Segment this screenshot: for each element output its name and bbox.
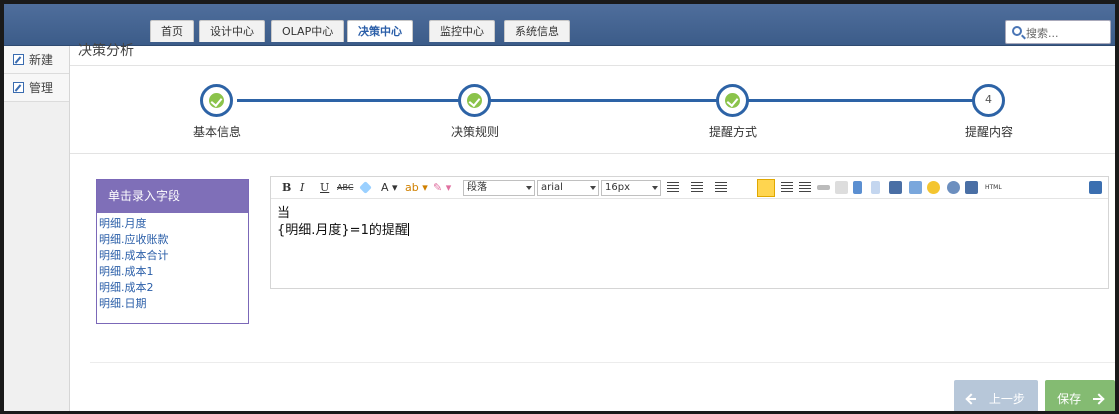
field-item[interactable]: 明细.成本2 xyxy=(99,280,246,296)
html-icon[interactable]: HTML xyxy=(985,180,1002,196)
sidebar-item-label: 管理 xyxy=(29,81,54,95)
search-icon xyxy=(1012,26,1022,36)
sidebar-item-new[interactable]: 新建 xyxy=(4,46,69,74)
sidebar-item-manage[interactable]: 管理 xyxy=(4,74,69,102)
tab-decision-center[interactable]: 决策中心 xyxy=(347,20,413,42)
editor-line-2-text: {明细.月度}=1的提醒 xyxy=(277,223,408,238)
step-4-circle: 4 xyxy=(972,84,1005,117)
field-panel-title: 单击录入字段 xyxy=(97,180,248,213)
steps-progress-line xyxy=(237,99,982,102)
step-1-label: 基本信息 xyxy=(192,125,241,139)
steps-divider xyxy=(70,153,1115,154)
step-4-number: 4 xyxy=(985,93,992,106)
font-size-select[interactable]: 16px xyxy=(601,180,661,196)
font-family-select[interactable]: arial xyxy=(537,180,599,196)
app-window: 首页 设计中心 OLAP中心 决策中心 监控中心 系统信息 搜索... 新建 管… xyxy=(0,0,1119,414)
step-2-circle xyxy=(458,84,491,117)
check-icon xyxy=(725,93,740,108)
unlink-icon[interactable] xyxy=(835,181,848,194)
step-3-label: 提醒方式 xyxy=(708,125,757,139)
align-left-icon[interactable] xyxy=(757,179,775,197)
ordered-list-icon[interactable] xyxy=(691,182,703,193)
italic-button[interactable]: I xyxy=(300,180,304,196)
arrow-left-icon xyxy=(967,394,977,404)
save-button[interactable]: 保存 xyxy=(1045,380,1115,411)
step-4-label: 提醒内容 xyxy=(964,125,1013,139)
image-icon[interactable] xyxy=(889,181,902,194)
save-label: 保存 xyxy=(1057,392,1082,406)
check-icon xyxy=(209,93,224,108)
redo-icon[interactable] xyxy=(871,181,880,194)
step-1-circle xyxy=(200,84,233,117)
paragraph-select-value: 段落 xyxy=(467,182,487,193)
editor-line-1: 当 xyxy=(277,206,291,221)
chevron-down-icon xyxy=(590,186,596,190)
unordered-list-icon[interactable] xyxy=(715,182,727,193)
text-caret xyxy=(407,223,409,236)
top-navbar: 首页 设计中心 OLAP中心 决策中心 监控中心 系统信息 搜索... xyxy=(4,4,1115,46)
sidebar: 新建 管理 xyxy=(4,46,70,411)
template-icon[interactable] xyxy=(965,181,978,194)
tab-olap-center[interactable]: OLAP中心 xyxy=(271,20,345,42)
search-placeholder: 搜索... xyxy=(1026,27,1059,40)
emoji-icon[interactable] xyxy=(927,181,940,194)
field-item[interactable]: 明细.成本1 xyxy=(99,264,246,280)
main-content: 决策分析 基本信息 决策规则 提醒方式 4 提醒内容 单击录入字段 明细.月度 … xyxy=(70,43,1115,411)
arrow-right-icon xyxy=(1092,394,1103,404)
check-icon xyxy=(467,93,482,108)
search-box[interactable]: 搜索... xyxy=(1005,20,1111,44)
align-right-icon[interactable] xyxy=(799,182,811,193)
title-divider xyxy=(70,65,1115,66)
prev-step-button[interactable]: 上一步 xyxy=(954,380,1038,411)
field-item[interactable]: 明细.日期 xyxy=(99,296,246,312)
paragraph-select[interactable]: 段落 xyxy=(463,180,535,196)
editor-line-2: {明细.月度}=1的提醒 xyxy=(277,222,1102,239)
table-icon[interactable] xyxy=(909,181,922,194)
font-size-value: 16px xyxy=(605,182,630,193)
field-item[interactable]: 明细.成本合计 xyxy=(99,248,246,264)
page-title: 决策分析 xyxy=(78,43,134,59)
field-list: 明细.月度 明细.应收账款 明细.成本合计 明细.成本1 明细.成本2 明细.日… xyxy=(97,213,248,315)
format-brush-icon[interactable]: ✎ ▾ xyxy=(433,180,451,196)
eraser-icon[interactable] xyxy=(359,181,372,194)
editor-content[interactable]: 当 {明细.月度}=1的提醒 xyxy=(271,199,1108,245)
field-item[interactable]: 明细.月度 xyxy=(99,216,246,232)
edit-icon xyxy=(13,54,24,65)
rich-text-editor: B I U ABC A ▾ ab ▾ ✎ ▾ 段落 arial 16px HTM… xyxy=(270,176,1109,289)
line-height-icon[interactable] xyxy=(667,182,679,193)
tab-monitor-center[interactable]: 监控中心 xyxy=(429,20,495,42)
tab-home[interactable]: 首页 xyxy=(150,20,194,42)
font-family-value: arial xyxy=(541,182,563,193)
underline-button[interactable]: U xyxy=(320,180,329,196)
strikethrough-icon[interactable]: ABC xyxy=(337,180,353,196)
tab-system-info[interactable]: 系统信息 xyxy=(504,20,570,42)
sidebar-item-label: 新建 xyxy=(29,53,54,67)
prev-step-label: 上一步 xyxy=(988,392,1025,406)
step-3-circle xyxy=(716,84,749,117)
chevron-down-icon xyxy=(526,186,532,190)
tab-design-center[interactable]: 设计中心 xyxy=(199,20,265,42)
align-center-icon[interactable] xyxy=(781,182,793,193)
edit-icon xyxy=(13,82,24,93)
bold-button[interactable]: B xyxy=(282,180,291,196)
highlight-icon[interactable]: ab ▾ xyxy=(405,180,428,196)
undo-icon[interactable] xyxy=(853,181,862,194)
field-item[interactable]: 明细.应收账款 xyxy=(99,232,246,248)
preview-icon[interactable] xyxy=(947,181,960,194)
step-2-label: 决策规则 xyxy=(450,125,499,139)
bottom-divider xyxy=(90,362,1115,363)
chevron-down-icon xyxy=(652,186,658,190)
link-icon[interactable] xyxy=(817,185,830,190)
font-color-icon[interactable]: A ▾ xyxy=(381,180,398,196)
editor-toolbar: B I U ABC A ▾ ab ▾ ✎ ▾ 段落 arial 16px HTM… xyxy=(271,177,1108,199)
fullscreen-icon[interactable] xyxy=(1089,181,1102,194)
field-panel: 单击录入字段 明细.月度 明细.应收账款 明细.成本合计 明细.成本1 明细.成… xyxy=(96,179,249,324)
